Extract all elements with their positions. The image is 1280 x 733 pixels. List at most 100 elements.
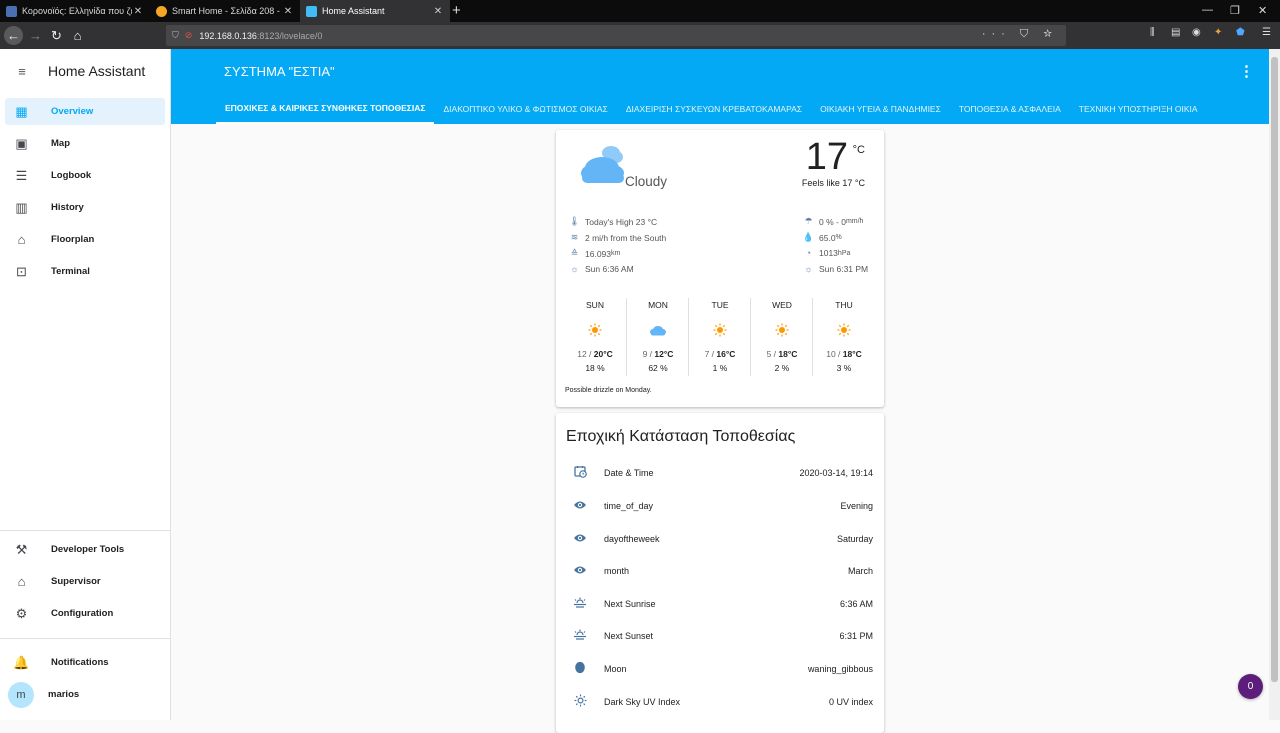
close-tab-icon[interactable]: ✕ [132, 6, 144, 17]
entity-row-time-of-day[interactable]: time_of_day Evening [556, 491, 884, 521]
sidebar-item-supervisor[interactable]: ⌂ Supervisor [5, 568, 165, 595]
forecast-day: MON 9 / 12°C 62 % [627, 298, 689, 376]
entity-row-month[interactable]: month March [556, 556, 884, 586]
entity-row-day-of-week[interactable]: dayoftheweek Saturday [556, 524, 884, 554]
shield-icon[interactable]: ⛉ [172, 30, 179, 41]
app-title: Home Assistant [48, 63, 146, 79]
eye-icon [556, 499, 604, 513]
new-tab-button[interactable]: + [452, 2, 461, 19]
weather-attribute: 🌡 Today's High 23 °C [568, 216, 658, 227]
forecast-day: TUE 7 / 16°C 1 % [689, 298, 751, 376]
eye-icon [556, 532, 604, 546]
weather-attribute: ☂ 0 % - 0 mm/h [802, 216, 863, 227]
forecast-summary: Possible drizzle on Monday. [565, 387, 652, 394]
map-person-icon: ▣ [15, 135, 28, 151]
sidebar-header: ≡ Home Assistant [0, 49, 170, 93]
page-scrollbar[interactable] [1269, 49, 1280, 720]
entity-row-next-sunrise[interactable]: Next Sunrise 6:36 AM [556, 589, 884, 619]
url-host: 192.168.0.136 [199, 30, 257, 41]
tab-bedroom-devices[interactable]: ΔΙΑΧΕΙΡΙΣΗ ΣΥΣΚΕΥΩΝ ΚΡΕΒΑΤΟΚΑΜΑΡΑΣ [617, 94, 811, 124]
rain-icon: ☂ [804, 216, 813, 226]
weather-attribute: ☼ Sun 6:36 AM [568, 264, 633, 274]
entity-row-uv-index[interactable]: Dark Sky UV Index 0 UV index [556, 687, 884, 717]
sidebar-item-configuration[interactable]: ⚙ Configuration [5, 600, 165, 627]
sidebar-divider [0, 638, 170, 639]
forecast-day: WED 5 / 18°C 2 % [751, 298, 813, 376]
tab-seasonal-weather[interactable]: ΕΠΟΧΙΚΕΣ & ΚΑΙΡΙΚΕΣ ΣΥΝΘΗΚΕΣ ΤΟΠΟΘΕΣΙΑΣ [216, 94, 435, 124]
more-options-icon[interactable]: ⋮ [1239, 62, 1254, 80]
close-window-icon[interactable]: ✕ [1258, 4, 1267, 17]
insecure-lock-icon[interactable]: ⊘ [185, 30, 193, 41]
sidebar-item-map[interactable]: ▣ Map [5, 130, 165, 157]
news-favicon-icon [6, 5, 17, 17]
avatar: m [8, 681, 34, 708]
browser-tab-active[interactable]: Home Assistant ✕ [300, 0, 450, 22]
home-icon[interactable]: ⌂ [68, 26, 87, 45]
scrollbar-thumb[interactable] [1271, 57, 1278, 682]
url-bar[interactable]: ⛉ ⊘ 192.168.0.136:8123/lovelace/0 ··· ⛉ … [166, 25, 1066, 46]
sidebar-item-notifications[interactable]: 🔔 Notifications [5, 649, 165, 676]
console-icon: ⊡ [16, 263, 27, 279]
entity-row-next-sunset[interactable]: Next Sunset 6:31 PM [556, 621, 884, 651]
user-name: marios [48, 689, 80, 700]
feels-like: Feels like 17 °C [801, 178, 865, 188]
sidebar: ≡ Home Assistant ▦ Overview ▣ Map ☰ Logb… [0, 49, 171, 720]
sidebar-item-logbook[interactable]: ☰ Logbook [5, 162, 165, 189]
card-title: Εποχική Κατάσταση Τοποθεσίας [566, 428, 796, 445]
tab-location-security[interactable]: ΤΟΠΟΘΕΣΙΑ & ΑΣΦΑΛΕΙΑ [950, 94, 1070, 124]
sidebar-item-history[interactable]: ▥ History [5, 194, 165, 221]
sunny-icon [564, 318, 626, 342]
url-path: :8123/lovelace/0 [256, 30, 323, 41]
forecast-day: THU 10 / 18°C 3 % [813, 298, 875, 376]
sunrise-icon [556, 597, 604, 611]
tab-health-pandemics[interactable]: ΟΙΚΙΑΚΗ ΥΓΕΙΑ & ΠΑΝΔΗΜΙΕΣ [811, 94, 950, 124]
close-tab-icon[interactable]: ✕ [432, 6, 444, 17]
sidebar-item-floorplan[interactable]: ⌂ Floorplan [5, 226, 165, 253]
moon-icon [556, 661, 604, 677]
restore-icon[interactable]: ❐ [1230, 4, 1240, 17]
eye-icon [556, 564, 604, 578]
sidebar-item-developer-tools[interactable]: ⚒ Developer Tools [5, 536, 165, 563]
sidebar-toggle-icon[interactable]: ▤ [1171, 27, 1180, 38]
forward-icon[interactable]: → [26, 26, 45, 45]
extension-icon[interactable]: ✦ [1214, 27, 1222, 38]
cloudy-small-icon [627, 318, 689, 342]
url-actions-icons[interactable]: ··· ⛉ ☆ [982, 28, 1058, 41]
weather-attribute: ◔ 1013 hPa [802, 248, 851, 258]
app-toolbar: ΣΥΣΤΗΜΑ "ΕΣΤΙΑ" ⋮ ΕΠΟΧΙΚΕΣ & ΚΑΙΡΙΚΕΣ ΣΥ… [171, 49, 1269, 124]
browser-tab[interactable]: Κορονοϊός: Ελληνίδα που ζει σ ✕ [0, 0, 150, 22]
entity-row-moon[interactable]: Moon waning_gibbous [556, 654, 884, 684]
grid-icon: ▦ [15, 103, 28, 119]
weather-attribute: ≋ 2 mi/h from the South [568, 232, 667, 243]
entity-row-date-time[interactable]: Date & Time 2020-03-14, 19:14 [556, 458, 884, 488]
view-tabs: ΕΠΟΧΙΚΕΣ & ΚΑΙΡΙΚΕΣ ΣΥΝΘΗΚΕΣ ΤΟΠΟΘΕΣΙΑΣ … [216, 94, 1207, 124]
extension-badge-icon[interactable]: ⬟ [1236, 27, 1245, 38]
sidebar-item-terminal[interactable]: ⊡ Terminal [5, 258, 165, 285]
sunny-icon [689, 318, 751, 342]
weather-attribute: ≙ 16.093 km [568, 248, 621, 259]
weather-attribute: 💧 65.0 % [802, 232, 842, 243]
back-icon[interactable]: ← [4, 26, 23, 45]
sidebar-item-profile[interactable]: m marios [5, 681, 165, 708]
cloudy-icon [581, 146, 624, 183]
humidity-icon: 💧 [802, 232, 815, 242]
weather-condition: Cloudy [625, 174, 668, 189]
uv-icon [556, 694, 604, 710]
minimize-icon[interactable]: — [1202, 4, 1213, 16]
visibility-icon: ≙ [570, 248, 579, 258]
weather-card[interactable]: Cloudy 17 °C Feels like 17 °C 🌡 Today's H… [556, 130, 884, 407]
tab-switches-lighting[interactable]: ΔΙΑΚΟΠΤΙΚΟ ΥΛΙΚΟ & ΦΩΤΙΣΜΟΣ ΟΙΚΙΑΣ [434, 94, 616, 124]
sidebar-item-overview[interactable]: ▦ Overview [5, 98, 165, 125]
library-icon[interactable]: ⫼ [1150, 27, 1155, 38]
tab-technical-support[interactable]: ΤΕΧΝΙΚΗ ΥΠΟΣΤΗΡΙΞΗ ΟΙΚΙΑ [1070, 94, 1207, 124]
close-tab-icon[interactable]: ✕ [282, 6, 294, 17]
notification-badge-button[interactable]: 0 [1238, 674, 1263, 699]
sunrise-icon: ☼ [570, 264, 579, 274]
browser-tab[interactable]: Smart Home - Σελίδα 208 - Gad ✕ [150, 0, 300, 22]
menu-toggle-icon[interactable]: ≡ [2, 64, 42, 79]
account-icon[interactable]: ◉ [1192, 27, 1201, 38]
hammer-icon: ⚒ [15, 541, 28, 557]
reload-icon[interactable]: ↻ [47, 26, 66, 45]
browser-menu-icon[interactable]: ☰ [1262, 27, 1271, 38]
home-assistant-icon: ⌂ [17, 574, 26, 589]
